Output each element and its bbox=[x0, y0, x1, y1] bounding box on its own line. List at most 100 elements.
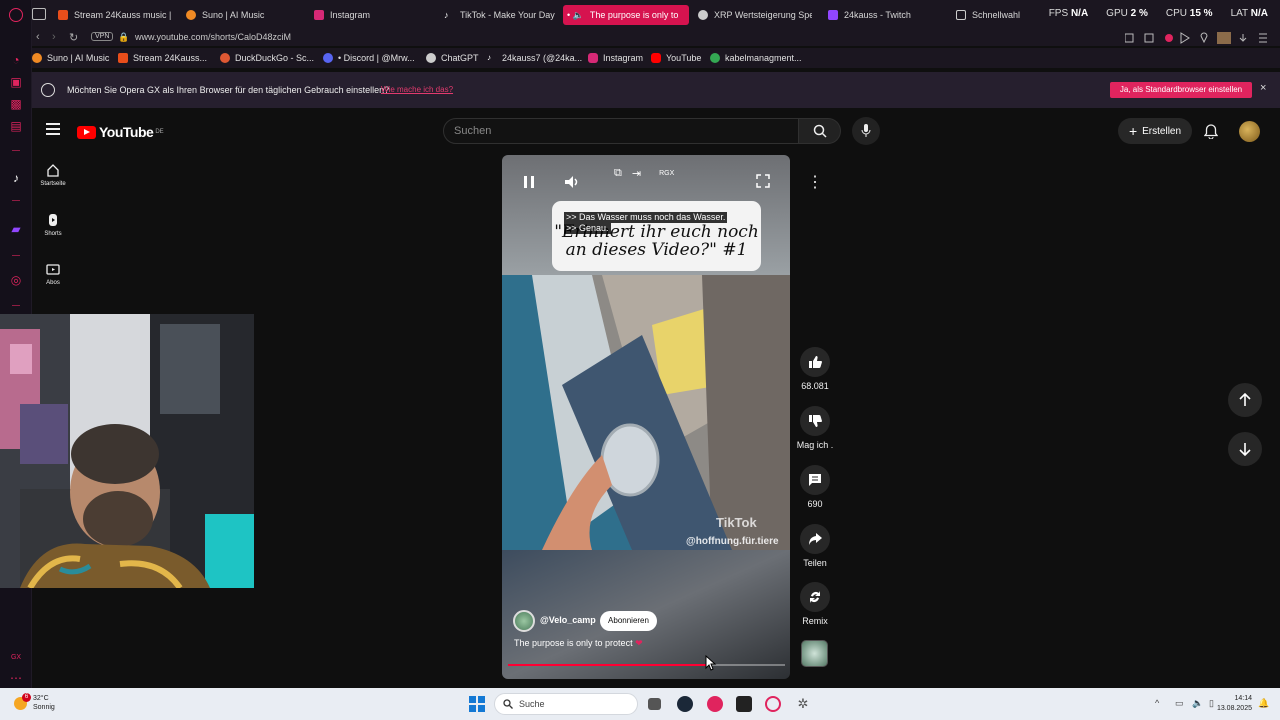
tab-active-short[interactable]: • 🔈 The purpose is only to bbox=[563, 5, 689, 25]
tiktok-icon[interactable]: ♪ bbox=[8, 170, 24, 186]
tab-instagram[interactable]: Instagram bbox=[310, 5, 420, 25]
previous-short-button[interactable] bbox=[1228, 383, 1262, 417]
subscribe-button[interactable]: Abonnieren bbox=[600, 611, 657, 631]
dislike-button[interactable]: Mag ich . bbox=[794, 406, 836, 450]
extension-icon[interactable] bbox=[1165, 34, 1173, 42]
system-clock[interactable]: 14:14 13.08.2025 bbox=[1217, 694, 1252, 714]
pip-icon[interactable]: ⧉ bbox=[614, 167, 622, 180]
close-icon[interactable]: × bbox=[1260, 82, 1266, 94]
bookmark-kabelmanagement[interactable]: kabelmanagment... bbox=[710, 53, 802, 63]
search-icon bbox=[813, 124, 827, 138]
player-icon[interactable] bbox=[1180, 32, 1190, 44]
tab-stream-24kauss[interactable]: Stream 24Kauss music | L bbox=[54, 5, 172, 25]
heart-icon[interactable] bbox=[1200, 32, 1208, 44]
video-progress-bar[interactable] bbox=[508, 664, 785, 666]
gx-corner-icon[interactable]: GX bbox=[8, 650, 24, 666]
news-icon[interactable]: ▤ bbox=[8, 118, 24, 134]
fps-stat: FPS N/A bbox=[1048, 8, 1089, 19]
set-default-browser-button[interactable]: Ja, als Standardbrowser einstellen bbox=[1110, 82, 1252, 98]
bookmark-favicon bbox=[118, 53, 128, 63]
sound-thumbnail[interactable] bbox=[801, 640, 828, 667]
bookmark-stream[interactable]: Stream 24Kauss... bbox=[118, 53, 207, 63]
network-icon[interactable]: ▭ bbox=[1175, 698, 1184, 709]
voice-search-button[interactable] bbox=[852, 117, 880, 145]
twitch-icon[interactable]: ▰ bbox=[8, 221, 24, 237]
channel-name[interactable]: @Velo_camp bbox=[540, 615, 596, 625]
channel-avatar[interactable] bbox=[513, 610, 535, 632]
tab-schnellwahl[interactable]: Schnellwahl bbox=[952, 5, 1052, 25]
bookmark-instagram[interactable]: Instagram bbox=[588, 53, 643, 63]
rgx-badge[interactable]: RGX bbox=[659, 170, 674, 177]
bookmark-favicon bbox=[32, 53, 42, 63]
search-input[interactable]: Suchen bbox=[443, 118, 799, 144]
easy-setup-icon[interactable] bbox=[1259, 33, 1267, 43]
volume-button[interactable] bbox=[563, 173, 581, 196]
popout-icon[interactable]: ⇥ bbox=[632, 167, 641, 180]
notification-bell-icon[interactable]: 🔔 bbox=[1258, 698, 1269, 709]
bookmark-icon[interactable] bbox=[1125, 33, 1134, 43]
youtube-logo[interactable]: YouTube DE bbox=[77, 124, 164, 140]
reload-icon[interactable]: ↻ bbox=[69, 31, 78, 44]
search-button[interactable] bbox=[799, 118, 841, 144]
file-explorer-icon[interactable] bbox=[648, 698, 661, 710]
snapshot-icon[interactable] bbox=[1144, 33, 1154, 43]
notification-badge: 6 bbox=[22, 692, 31, 702]
bookmark-discord[interactable]: • Discord | @Mrw... bbox=[323, 53, 415, 63]
settings-gear-icon[interactable]: ✲ bbox=[795, 696, 811, 712]
shorts-icon bbox=[49, 214, 57, 226]
player-icon[interactable]: ◎ bbox=[8, 272, 24, 288]
forward-icon[interactable]: › bbox=[52, 31, 56, 43]
create-button[interactable]: + Erstellen bbox=[1118, 118, 1192, 144]
account-avatar[interactable] bbox=[1239, 121, 1260, 142]
tab-tiktok[interactable]: ♪ TikTok - Make Your Day bbox=[440, 5, 560, 25]
webcam-image bbox=[0, 314, 254, 588]
address-bar: ‹ › ↻ VPN 🔒 www.youtube.com/shorts/CaloD… bbox=[32, 30, 1280, 46]
lock-icon[interactable]: 🔒 bbox=[118, 32, 129, 43]
bookmark-duckduckgo[interactable]: DuckDuckGo - Sc... bbox=[220, 53, 314, 63]
tab-xrp[interactable]: XRP Wertsteigerung Spe bbox=[694, 5, 812, 25]
pause-button[interactable] bbox=[520, 173, 538, 196]
battery-icon[interactable]: ▯ bbox=[1209, 698, 1214, 709]
share-button[interactable]: Teilen bbox=[794, 524, 836, 568]
sidebar-divider bbox=[12, 200, 20, 201]
opera-gx-logo-icon[interactable] bbox=[9, 8, 23, 22]
volume-icon[interactable]: 🔈 bbox=[1192, 698, 1203, 709]
banner-help-link[interactable]: Wie mache ich das? bbox=[381, 85, 453, 94]
profile-icon[interactable] bbox=[1217, 32, 1231, 44]
url-field[interactable]: www.youtube.com/shorts/CaloD48zciM bbox=[135, 32, 291, 42]
more-options-icon[interactable]: ⋯ bbox=[8, 670, 24, 686]
chevron-up-icon[interactable]: ^ bbox=[1155, 698, 1159, 708]
vpn-badge[interactable]: VPN bbox=[91, 32, 114, 41]
bookmark-tiktok[interactable]: ♪ 24kauss7 (@24ka... bbox=[487, 53, 582, 63]
download-icon[interactable] bbox=[1239, 34, 1247, 42]
taskbar-search[interactable]: Suche bbox=[494, 693, 638, 715]
nav-subscriptions[interactable]: Abos bbox=[33, 262, 73, 286]
bookmark-chatgpt[interactable]: ChatGPT bbox=[426, 53, 479, 63]
like-button[interactable]: 68.081 bbox=[794, 347, 836, 391]
opera-icon[interactable] bbox=[765, 696, 781, 712]
video-title[interactable]: The purpose is only to protect ❤ bbox=[514, 638, 643, 649]
terminal-icon[interactable] bbox=[736, 696, 752, 712]
flow-icon[interactable]: ▣ bbox=[8, 74, 24, 90]
more-options-button[interactable]: ⋮ bbox=[801, 168, 829, 196]
speed-dial-icon[interactable]: ◔ bbox=[8, 52, 24, 68]
steam-icon[interactable] bbox=[677, 696, 693, 712]
weather-widget[interactable]: 6 32°C Sonnig bbox=[14, 692, 55, 712]
tab-suno[interactable]: Suno | AI Music bbox=[182, 5, 292, 25]
next-short-button[interactable] bbox=[1228, 432, 1262, 466]
game-control-icon[interactable]: ▩ bbox=[8, 96, 24, 112]
hamburger-menu-icon[interactable] bbox=[46, 123, 60, 137]
fullscreen-button[interactable] bbox=[755, 173, 771, 194]
tab-twitch[interactable]: 24kauss - Twitch bbox=[824, 5, 944, 25]
bookmark-suno[interactable]: Suno | AI Music bbox=[32, 53, 109, 63]
opera-gx-taskbar-icon[interactable] bbox=[707, 696, 723, 712]
back-icon[interactable]: ‹ bbox=[36, 31, 40, 43]
nav-home[interactable]: Startseite bbox=[33, 163, 73, 187]
windows-start-icon[interactable] bbox=[469, 696, 485, 712]
notifications-button[interactable] bbox=[1201, 121, 1221, 141]
remix-button[interactable]: Remix bbox=[794, 582, 836, 626]
bookmark-youtube[interactable]: YouTube bbox=[651, 53, 701, 63]
nav-shorts[interactable]: Shorts bbox=[33, 213, 73, 237]
comments-button[interactable]: 690 bbox=[794, 465, 836, 509]
workspaces-icon[interactable] bbox=[32, 8, 46, 20]
